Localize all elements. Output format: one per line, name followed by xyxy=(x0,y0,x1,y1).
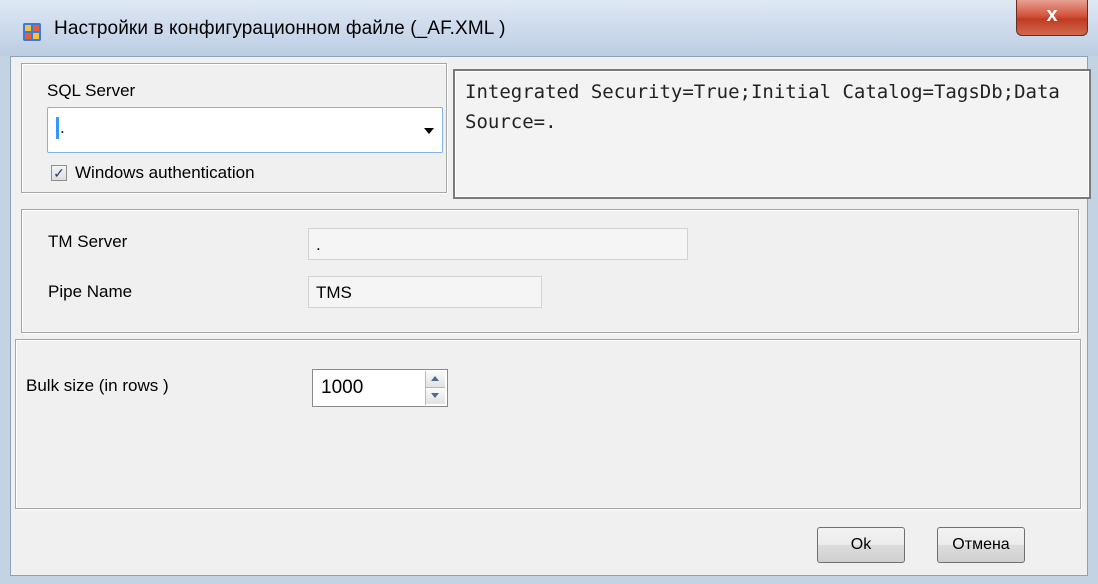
settings-dialog: Настройки в конфигурационном файле (_AF.… xyxy=(0,0,1098,584)
tm-server-input[interactable]: . xyxy=(308,228,688,260)
tm-server-group: TM Server . Pipe Name TMS xyxy=(21,209,1079,333)
text-caret xyxy=(56,117,59,139)
connection-string-box: Integrated Security=True;Initial Catalog… xyxy=(453,69,1091,199)
ok-button[interactable]: Ok xyxy=(817,527,905,563)
window-title: Настройки в конфигурационном файле (_AF.… xyxy=(54,18,506,39)
close-button[interactable]: x xyxy=(1016,0,1088,36)
stepper-down-button[interactable] xyxy=(426,388,445,404)
close-icon: x xyxy=(1046,4,1058,26)
sql-server-value: . xyxy=(60,118,65,137)
sql-server-label: SQL Server xyxy=(47,81,136,100)
bulk-size-stepper[interactable]: 1000 xyxy=(312,369,448,407)
sql-server-combobox[interactable]: . xyxy=(47,107,443,153)
arrow-up-icon xyxy=(431,376,439,381)
stepper-up-button[interactable] xyxy=(426,371,445,388)
bulk-size-label: Bulk size (in rows ) xyxy=(26,376,169,395)
windows-auth-checkbox[interactable]: ✓ xyxy=(51,165,67,181)
cancel-button[interactable]: Отмена xyxy=(937,527,1025,563)
dialog-body: SQL Server . ✓ Windows authentication In… xyxy=(10,56,1091,576)
bulk-size-value: 1000 xyxy=(321,377,364,398)
arrow-down-icon xyxy=(431,393,439,398)
tm-server-label: TM Server xyxy=(48,232,128,251)
connection-string-text: Integrated Security=True;Initial Catalog… xyxy=(465,81,1060,133)
pipe-name-label: Pipe Name xyxy=(48,282,133,301)
windows-auth-label[interactable]: Windows authentication xyxy=(75,163,255,183)
bulk-size-group: Bulk size (in rows ) 1000 xyxy=(15,339,1081,509)
pipe-name-input[interactable]: TMS xyxy=(308,276,542,308)
chevron-down-icon[interactable] xyxy=(424,128,434,134)
app-icon xyxy=(23,23,41,41)
title-bar[interactable]: Настройки в конфигурационном файле (_AF.… xyxy=(0,0,1098,56)
sql-server-group: SQL Server . ✓ Windows authentication In… xyxy=(21,63,1091,199)
stepper-buttons xyxy=(425,371,446,405)
